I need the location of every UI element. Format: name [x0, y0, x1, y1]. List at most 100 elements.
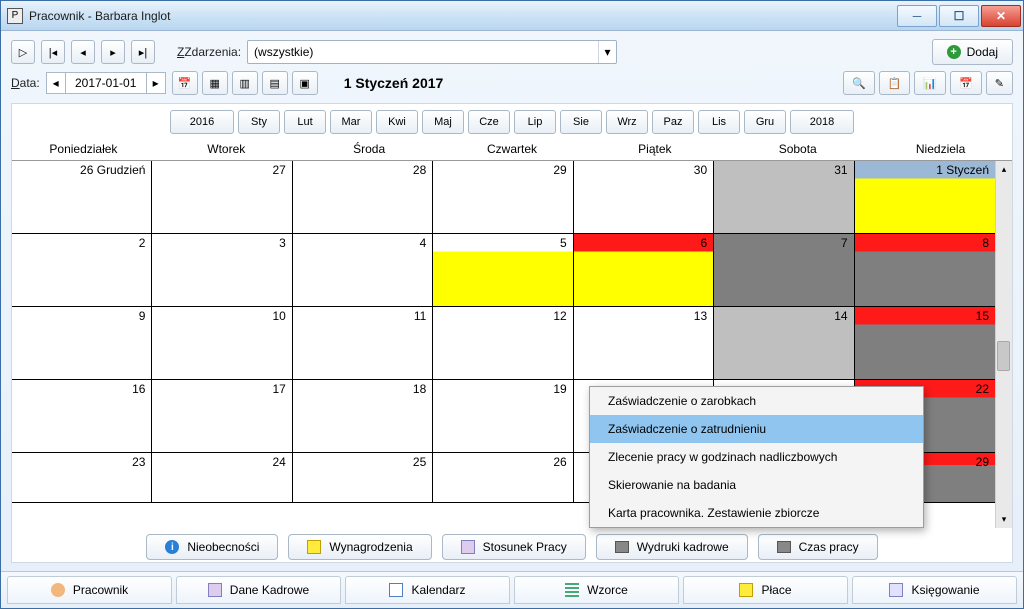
scroll-up-icon[interactable]: ▴ — [996, 161, 1012, 178]
month-title: 1 Styczeń 2017 — [344, 75, 444, 91]
tool-icon-1[interactable]: 📋 — [879, 71, 911, 95]
calendar-cell[interactable]: 13 — [574, 307, 714, 379]
month-button-maj[interactable]: Maj — [422, 110, 464, 134]
view-mode2-icon[interactable]: ▥ — [232, 71, 258, 95]
context-menu[interactable]: Zaświadczenie o zarobkachZaświadczenie o… — [589, 386, 924, 528]
calendar-cell[interactable]: 24 — [152, 453, 292, 502]
calendar-cell[interactable]: 8 — [855, 234, 995, 306]
calendar-cell[interactable]: 25 — [293, 453, 433, 502]
tab-label: Wzorce — [587, 583, 628, 597]
calendar-cell[interactable]: 31 — [714, 161, 854, 233]
context-menu-item[interactable]: Zaświadczenie o zatrudnieniu — [590, 415, 923, 443]
calendar-cell[interactable]: 2 — [12, 234, 152, 306]
calendar-cell[interactable]: 11 — [293, 307, 433, 379]
tool-icon-3[interactable]: 📅 — [950, 71, 982, 95]
next-year-button[interactable]: 2018 — [790, 110, 854, 134]
close-button[interactable]: ✕ — [981, 5, 1021, 27]
subtab-wynagrodzenia[interactable]: Wynagrodzenia — [288, 534, 431, 560]
month-button-sie[interactable]: Sie — [560, 110, 602, 134]
calendar-cell[interactable]: 26 — [433, 453, 573, 502]
date-input[interactable] — [66, 72, 146, 94]
main-tab-pracownik[interactable]: Pracownik — [7, 576, 172, 604]
subtab-stosunek-pracy[interactable]: Stosunek Pracy — [442, 534, 586, 560]
vertical-scrollbar[interactable]: ▴ ▾ — [995, 161, 1012, 528]
events-label: ZZdarzenia: — [177, 45, 241, 59]
month-button-lip[interactable]: Lip — [514, 110, 556, 134]
context-menu-item[interactable]: Skierowanie na badania — [590, 471, 923, 499]
month-button-mar[interactable]: Mar — [330, 110, 372, 134]
calendar-cell[interactable]: 9 — [12, 307, 152, 379]
last-record-button[interactable]: ▸| — [131, 40, 155, 64]
main-tab-wzorce[interactable]: Wzorce — [514, 576, 679, 604]
plus-icon: + — [947, 45, 961, 59]
calendar-cell[interactable]: 26 Grudzień — [12, 161, 152, 233]
maximize-button[interactable]: ☐ — [939, 5, 979, 27]
events-filter-dropdown[interactable]: ▾ — [598, 41, 616, 63]
minimize-button[interactable]: ─ — [897, 5, 937, 27]
events-filter-input[interactable] — [248, 41, 598, 63]
date-prev-button[interactable]: ◂ — [46, 72, 66, 94]
calendar-week: 26 Grudzień27282930311 Styczeń — [12, 161, 995, 234]
context-menu-item[interactable]: Zlecenie pracy w godzinach nadliczbowych — [590, 443, 923, 471]
prev-year-button[interactable]: 2016 — [170, 110, 234, 134]
main-tab-kalendarz[interactable]: Kalendarz — [345, 576, 510, 604]
doc-icon — [461, 540, 475, 554]
month-button-paz[interactable]: Paz — [652, 110, 694, 134]
calendar-cell[interactable]: 17 — [152, 380, 292, 452]
calendar-cell[interactable]: 27 — [152, 161, 292, 233]
tool-icon-2[interactable]: 📊 — [914, 71, 946, 95]
date-next-button[interactable]: ▸ — [146, 72, 166, 94]
month-button-lut[interactable]: Lut — [284, 110, 326, 134]
prev-record-button[interactable]: ◂ — [71, 40, 95, 64]
calendar-cell[interactable]: 1 Styczeń — [855, 161, 995, 233]
context-menu-item[interactable]: Karta pracownika. Zestawienie zbiorcze — [590, 499, 923, 527]
view-calendar-icon[interactable]: 📅 — [172, 71, 198, 95]
calendar-cell[interactable]: 15 — [855, 307, 995, 379]
calendar-cell[interactable]: 5 — [433, 234, 573, 306]
month-button-kwi[interactable]: Kwi — [376, 110, 418, 134]
calendar-cell[interactable]: 10 — [152, 307, 292, 379]
main-tabbar: PracownikDane KadroweKalendarz Wzorce Płac… — [1, 571, 1023, 608]
main-tab-księgowanie[interactable]: Księgowanie — [852, 576, 1017, 604]
day-header: Niedziela — [869, 138, 1012, 160]
view-mode3-icon[interactable]: ▤ — [262, 71, 288, 95]
calendar-week: 2 345678 — [12, 234, 995, 307]
scroll-down-icon[interactable]: ▾ — [996, 511, 1012, 528]
calendar-cell[interactable]: 23 — [12, 453, 152, 502]
tab-icon — [565, 583, 579, 597]
calendar-cell[interactable]: 18 — [293, 380, 433, 452]
next-record-button[interactable]: ▸ — [101, 40, 125, 64]
calendar-cell[interactable]: 29 — [433, 161, 573, 233]
scroll-thumb[interactable] — [997, 341, 1010, 371]
month-button-wrz[interactable]: Wrz — [606, 110, 648, 134]
subtab-czas-pracy[interactable]: Czas pracy — [758, 534, 878, 560]
calendar-cell[interactable]: 19 — [433, 380, 573, 452]
play-button[interactable]: ▷ — [11, 40, 35, 64]
calendar-cell[interactable]: 6 — [574, 234, 714, 306]
calendar-cell[interactable]: 3 — [152, 234, 292, 306]
events-filter-combo[interactable]: ▾ — [247, 40, 617, 64]
subtab-wydruki-kadrowe[interactable]: Wydruki kadrowe — [596, 534, 748, 560]
calendar-cell[interactable]: 4 — [293, 234, 433, 306]
month-button-gru[interactable]: Gru — [744, 110, 786, 134]
month-button-cze[interactable]: Cze — [468, 110, 510, 134]
subtab-nieobecności[interactable]: iNieobecności — [146, 534, 278, 560]
calendar-cell[interactable]: 7 — [714, 234, 854, 306]
calendar-cell[interactable]: 12 — [433, 307, 573, 379]
cell-date: 3 — [279, 236, 286, 250]
month-button-sty[interactable]: Sty — [238, 110, 280, 134]
month-button-lis[interactable]: Lis — [698, 110, 740, 134]
calendar-cell[interactable]: 28 — [293, 161, 433, 233]
first-record-button[interactable]: |◂ — [41, 40, 65, 64]
main-tab-dane-kadrowe[interactable]: Dane Kadrowe — [176, 576, 341, 604]
calendar-cell[interactable]: 30 — [574, 161, 714, 233]
add-button[interactable]: + Dodaj — [932, 39, 1013, 65]
edit-icon[interactable]: ✎ — [986, 71, 1013, 95]
search-icon[interactable]: 🔍 — [843, 71, 875, 95]
view-mode4-icon[interactable]: ▣ — [292, 71, 318, 95]
calendar-cell[interactable]: 16 — [12, 380, 152, 452]
view-mode1-icon[interactable]: ▦ — [202, 71, 228, 95]
context-menu-item[interactable]: Zaświadczenie o zarobkach — [590, 387, 923, 415]
calendar-cell[interactable]: 14 — [714, 307, 854, 379]
main-tab-płace[interactable]: Płace — [683, 576, 848, 604]
